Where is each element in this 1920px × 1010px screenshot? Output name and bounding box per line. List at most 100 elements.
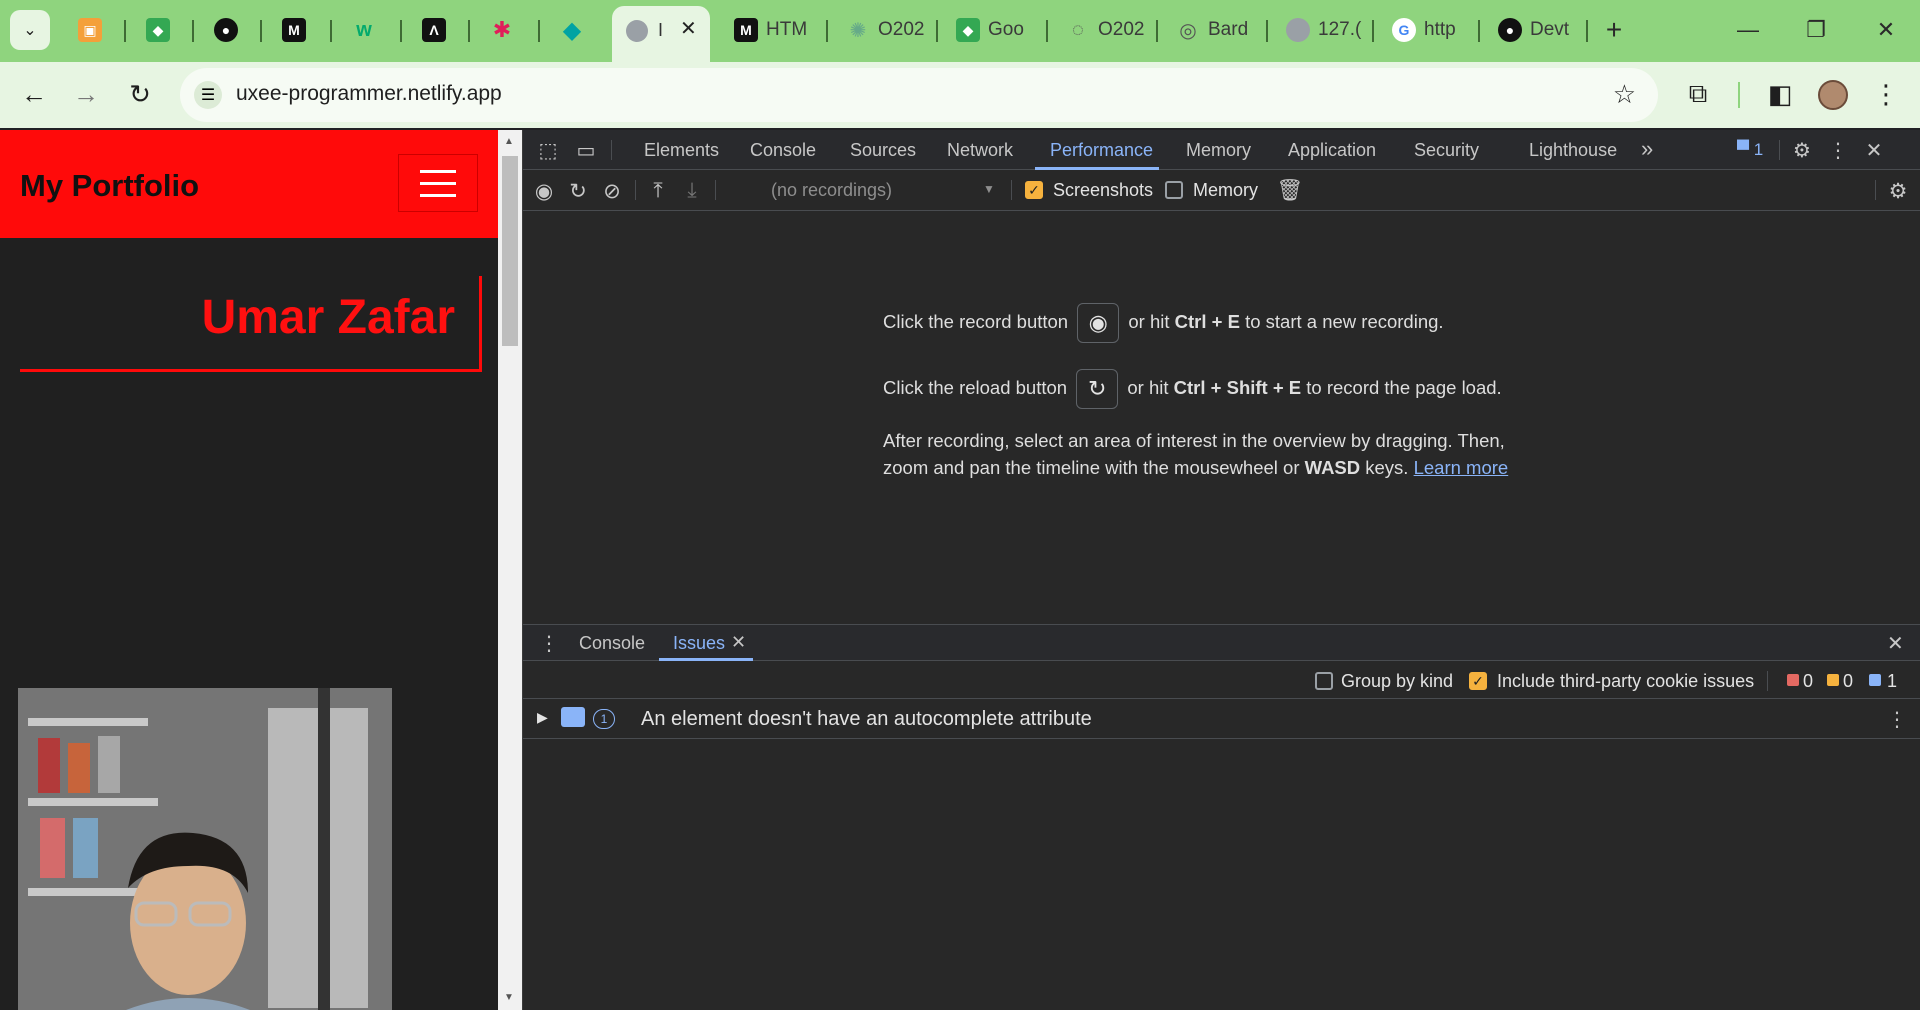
pinwheel-icon: ✺ — [849, 19, 867, 42]
group-by-kind-checkbox[interactable] — [1315, 672, 1333, 690]
profile-avatar[interactable] — [1818, 80, 1848, 110]
error-count: 0 — [1803, 671, 1814, 691]
scroll-thumb[interactable] — [502, 156, 518, 346]
scroll-up-icon[interactable]: ▲ — [504, 136, 514, 147]
tab-search-button[interactable]: ⌄ — [10, 10, 50, 50]
chevron-down-icon[interactable]: ▼ — [983, 182, 995, 196]
reload-button[interactable]: ↻ — [1076, 369, 1119, 409]
site-title[interactable]: My Portfolio — [20, 168, 199, 204]
tab-console[interactable]: Console — [750, 140, 816, 161]
device-toolbar-icon[interactable]: ▭ — [573, 138, 599, 162]
tab-slides[interactable]: ▣ — [70, 10, 102, 50]
close-tab-icon[interactable]: ✕ — [680, 16, 697, 41]
issue-title[interactable]: An element doesn't have an autocomplete … — [641, 708, 1092, 731]
extensions-icon[interactable]: ⧉ — [1678, 74, 1718, 114]
third-party-checkbox[interactable]: ✓ — [1469, 672, 1487, 690]
error-icon — [1787, 674, 1799, 686]
record-button[interactable]: ◉ — [1077, 303, 1120, 343]
tab-network[interactable]: Network — [947, 140, 1013, 161]
bard-icon: ◎ — [1179, 19, 1197, 42]
tab-devtools[interactable]: ● Devt — [1490, 10, 1576, 50]
close-devtools-icon[interactable]: ✕ — [1861, 138, 1887, 162]
side-panel-icon[interactable]: ◧ — [1760, 74, 1800, 114]
download-icon[interactable]: ⤓ — [679, 178, 705, 204]
tab-localhost[interactable]: 127.( — [1278, 10, 1364, 50]
close-window-icon[interactable]: ✕ — [1866, 12, 1906, 48]
tab-security[interactable]: Security — [1414, 140, 1479, 161]
tab-maps[interactable]: ◆ — [138, 10, 170, 50]
active-tab[interactable]: I ✕ — [612, 6, 710, 62]
web-page-viewport: My Portfolio Umar Zafar — [0, 130, 498, 1010]
close-issues-tab-icon[interactable]: ✕ — [731, 632, 746, 653]
browser-toolbar: ← → ↻ ☰ uxee-programmer.netlify.app ☆ ⧉ … — [0, 62, 1920, 128]
drawer-menu-icon[interactable]: ⋮ — [539, 631, 559, 656]
tab-github[interactable]: ● — [206, 10, 238, 50]
page-scrollbar[interactable]: ▲ ▼ — [498, 130, 522, 1010]
restore-icon[interactable]: ❐ — [1796, 12, 1836, 48]
bookmark-star-icon[interactable]: ☆ — [1613, 79, 1636, 110]
scroll-down-icon[interactable]: ▼ — [504, 992, 514, 1003]
url-text[interactable]: uxee-programmer.netlify.app — [236, 82, 502, 106]
clear-icon[interactable]: ⊘ — [599, 178, 625, 204]
drawer-tab-bar: ⋮ Console Issues ✕ ✕ — [523, 624, 1920, 661]
close-drawer-icon[interactable]: ✕ — [1887, 631, 1904, 656]
memory-checkbox[interactable] — [1165, 181, 1183, 199]
screenshots-checkbox[interactable]: ✓ — [1025, 181, 1043, 199]
tab-html[interactable]: M HTM — [726, 10, 812, 50]
new-tab-button[interactable]: + — [1594, 12, 1634, 48]
settings-gear-icon[interactable]: ⚙ — [1789, 138, 1815, 162]
address-bar[interactable]: ☰ uxee-programmer.netlify.app ☆ — [180, 68, 1658, 122]
memory-label: Memory — [1193, 180, 1259, 200]
capture-settings-icon[interactable]: ⚙ — [1885, 178, 1911, 204]
tab-medium[interactable]: M — [274, 10, 306, 50]
site-header: My Portfolio — [0, 130, 498, 238]
message-icon: ▀ — [1737, 140, 1750, 159]
drawer-tab-console[interactable]: Console — [579, 633, 645, 654]
tab-code[interactable]: Λ — [414, 10, 446, 50]
tab-performance[interactable]: Performance — [1050, 140, 1153, 161]
reload-icon[interactable]: ↻ — [120, 74, 160, 114]
browser-menu-icon[interactable]: ⋮ — [1866, 74, 1906, 114]
expand-triangle-icon[interactable]: ▶ — [537, 709, 548, 726]
issue-menu-icon[interactable]: ⋮ — [1887, 707, 1907, 732]
slack-icon: ✱ — [492, 17, 512, 42]
tab-memory[interactable]: Memory — [1186, 140, 1251, 161]
more-tabs-icon[interactable]: » — [1641, 136, 1653, 162]
screenshots-label: Screenshots — [1053, 180, 1154, 200]
devtools-menu-icon[interactable]: ⋮ — [1825, 138, 1851, 162]
tab-google[interactable]: Ghttp — [1384, 10, 1470, 50]
forward-icon[interactable]: → — [66, 74, 106, 114]
tab-application[interactable]: Application — [1288, 140, 1376, 161]
issues-counter[interactable]: ▀ 1 — [1737, 140, 1763, 160]
issues-toolbar: Group by kind ✓ Include third-party cook… — [523, 661, 1920, 699]
drawer-tab-issues[interactable]: Issues — [673, 633, 725, 654]
tab-slack[interactable]: ✱ — [482, 10, 514, 50]
tab-o2023-b[interactable]: ◌ O202 — [1058, 10, 1144, 50]
minimize-icon[interactable]: — — [1728, 12, 1768, 48]
tab-elements[interactable]: Elements — [644, 140, 719, 161]
tab-o2023-a[interactable]: ✺ O202 — [838, 10, 924, 50]
trash-icon[interactable]: 🗑 — [1277, 178, 1304, 204]
tab-w3schools[interactable]: w — [344, 10, 376, 50]
group-by-kind-label: Group by kind — [1341, 671, 1454, 691]
reload-record-icon[interactable]: ↻ — [565, 178, 591, 204]
issue-row[interactable]: ▶ 1 An element doesn't have an autocompl… — [523, 699, 1920, 739]
tab-sources[interactable]: Sources — [850, 140, 916, 161]
medium-icon: M — [734, 18, 758, 42]
back-icon[interactable]: ← — [14, 74, 54, 114]
issue-count-badge: 1 — [593, 709, 615, 729]
record-icon[interactable]: ◉ — [531, 178, 557, 204]
inspect-element-icon[interactable]: ⬚ — [535, 138, 561, 162]
tab-bard[interactable]: ◎ Bard — [1168, 10, 1254, 50]
site-info-icon[interactable]: ☰ — [194, 81, 222, 109]
tab-google-maps[interactable]: ◆ Goo — [948, 10, 1034, 50]
tab-diamond[interactable]: ◆ — [552, 10, 584, 50]
globe-icon — [1286, 18, 1310, 42]
w3schools-icon: w — [356, 18, 372, 41]
learn-more-link[interactable]: Learn more — [1414, 457, 1509, 478]
tab-lighthouse[interactable]: Lighthouse — [1529, 140, 1617, 161]
hamburger-menu-icon[interactable] — [398, 154, 478, 212]
upload-icon[interactable]: ⤒ — [645, 178, 671, 204]
github-icon: ● — [1498, 18, 1522, 42]
recordings-select[interactable]: (no recordings) — [771, 180, 892, 201]
